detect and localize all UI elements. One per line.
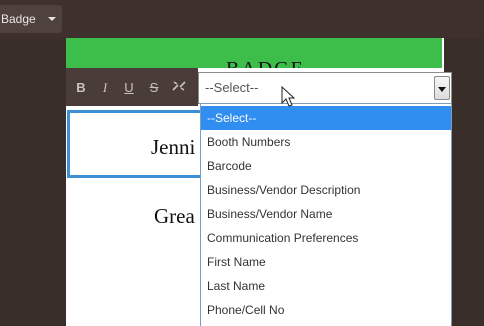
- badge-header: BADGE: [66, 38, 442, 68]
- unlink-icon: [172, 81, 186, 91]
- field-select-dropdown: --Select-- Booth Numbers Barcode Busines…: [200, 103, 452, 326]
- left-panel: [0, 38, 66, 326]
- mouse-pointer-icon: [281, 86, 296, 107]
- text-format-toolbar: B I U S: [66, 68, 197, 106]
- dropdown-option[interactable]: --Select--: [201, 106, 451, 130]
- dropdown-option[interactable]: Business/Vendor Description: [201, 178, 451, 202]
- badge-header-title: BADGE: [226, 58, 305, 68]
- dropdown-option[interactable]: Business/Vendor Name: [201, 202, 451, 226]
- field-select-value: --Select--: [205, 80, 259, 95]
- badge-dropdown-label: Badge: [1, 12, 36, 26]
- dropdown-option[interactable]: Phone/Cell No: [201, 298, 451, 322]
- field-select[interactable]: --Select--: [198, 72, 452, 104]
- toolbar-gap: [190, 68, 198, 106]
- badge-dropdown[interactable]: Badge: [0, 5, 62, 33]
- dropdown-option[interactable]: Communication Preferences: [201, 226, 451, 250]
- chevron-down-icon[interactable]: [434, 76, 450, 100]
- unlink-button[interactable]: [168, 78, 190, 98]
- bold-button[interactable]: B: [70, 78, 92, 98]
- italic-button[interactable]: I: [94, 78, 116, 98]
- underline-button[interactable]: U: [118, 78, 140, 98]
- dropdown-option[interactable]: Booth Numbers: [201, 130, 451, 154]
- dropdown-option[interactable]: Barcode: [201, 154, 451, 178]
- dropdown-option[interactable]: First Name: [201, 250, 451, 274]
- text-field-selected[interactable]: Jenni: [67, 110, 201, 178]
- text-field-value: Jenni: [151, 135, 196, 159]
- dropdown-option[interactable]: Last Name: [201, 274, 451, 298]
- strikethrough-button[interactable]: S: [143, 78, 165, 98]
- top-bar: Badge: [0, 0, 484, 38]
- text-field[interactable]: Grea: [154, 204, 195, 229]
- chevron-down-icon: [48, 17, 56, 21]
